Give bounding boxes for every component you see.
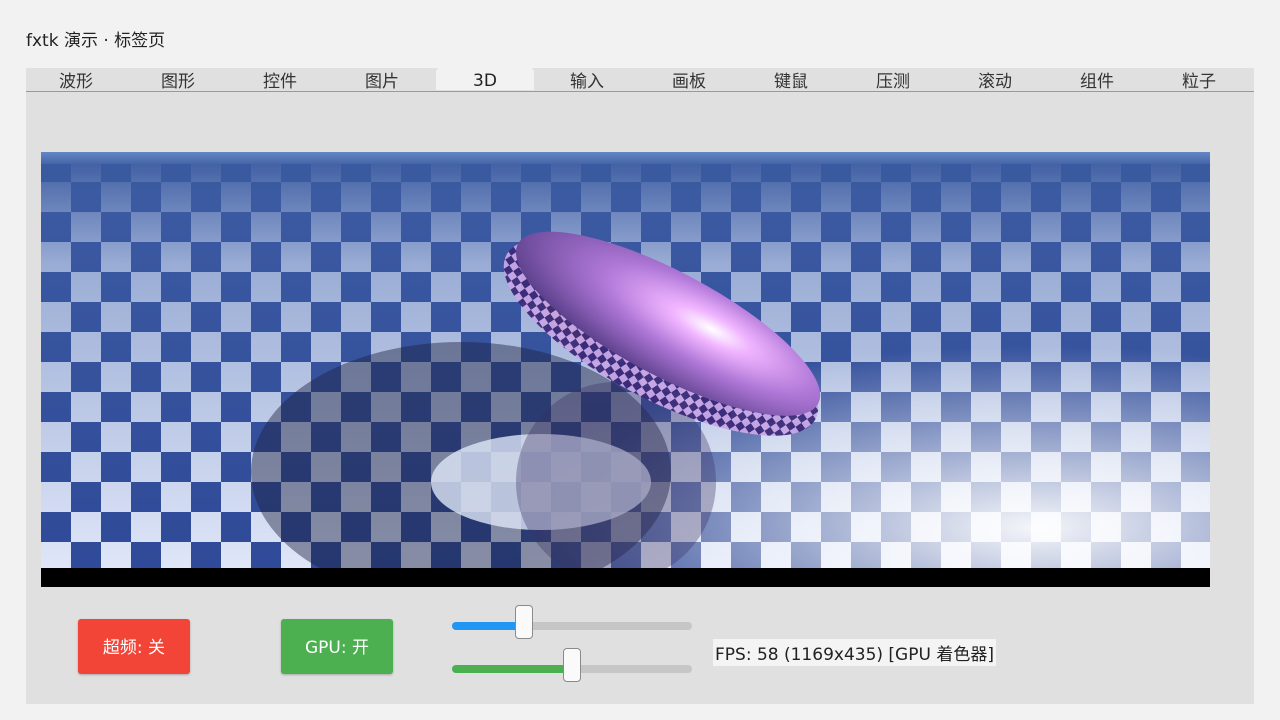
tab-widgets[interactable]: 控件 [231,68,329,92]
tab-images[interactable]: 图片 [333,68,431,92]
slider-1[interactable] [452,605,692,639]
gpu-button[interactable]: GPU: 开 [281,619,393,674]
sky-band [41,152,1210,164]
tab-3d[interactable]: 3D [436,68,534,91]
slider-2-thumb[interactable] [563,648,581,682]
tab-bar: 波形 图形 控件 图片 3D 输入 画板 键鼠 压测 滚动 组件 粒子 [26,68,1254,92]
3d-render-view[interactable] [41,152,1210,587]
tab-stress[interactable]: 压测 [844,68,942,92]
tab-scroll[interactable]: 滚动 [946,68,1044,92]
tab-particles[interactable]: 粒子 [1150,68,1248,92]
slider-2-fill [452,665,572,673]
slider-1-fill [452,622,524,630]
tab-components[interactable]: 组件 [1048,68,1146,92]
tab-input[interactable]: 输入 [538,68,636,92]
window-title: fxtk 演示 · 标签页 [26,31,166,51]
overclock-button[interactable]: 超频: 关 [78,619,190,674]
tab-keymouse[interactable]: 键鼠 [742,68,840,92]
3d-scene-svg [41,152,1210,587]
slider-2[interactable] [452,648,692,682]
tab-canvas[interactable]: 画板 [640,68,738,92]
slider-1-thumb[interactable] [515,605,533,639]
tab-waveform[interactable]: 波形 [27,68,125,92]
tab-panel: 波形 图形 控件 图片 3D 输入 画板 键鼠 压测 滚动 组件 粒子 超频: … [26,68,1254,704]
fps-readout: FPS: 58 (1169x435) [GPU 着色器] [713,639,996,666]
tab-graphics[interactable]: 图形 [129,68,227,92]
